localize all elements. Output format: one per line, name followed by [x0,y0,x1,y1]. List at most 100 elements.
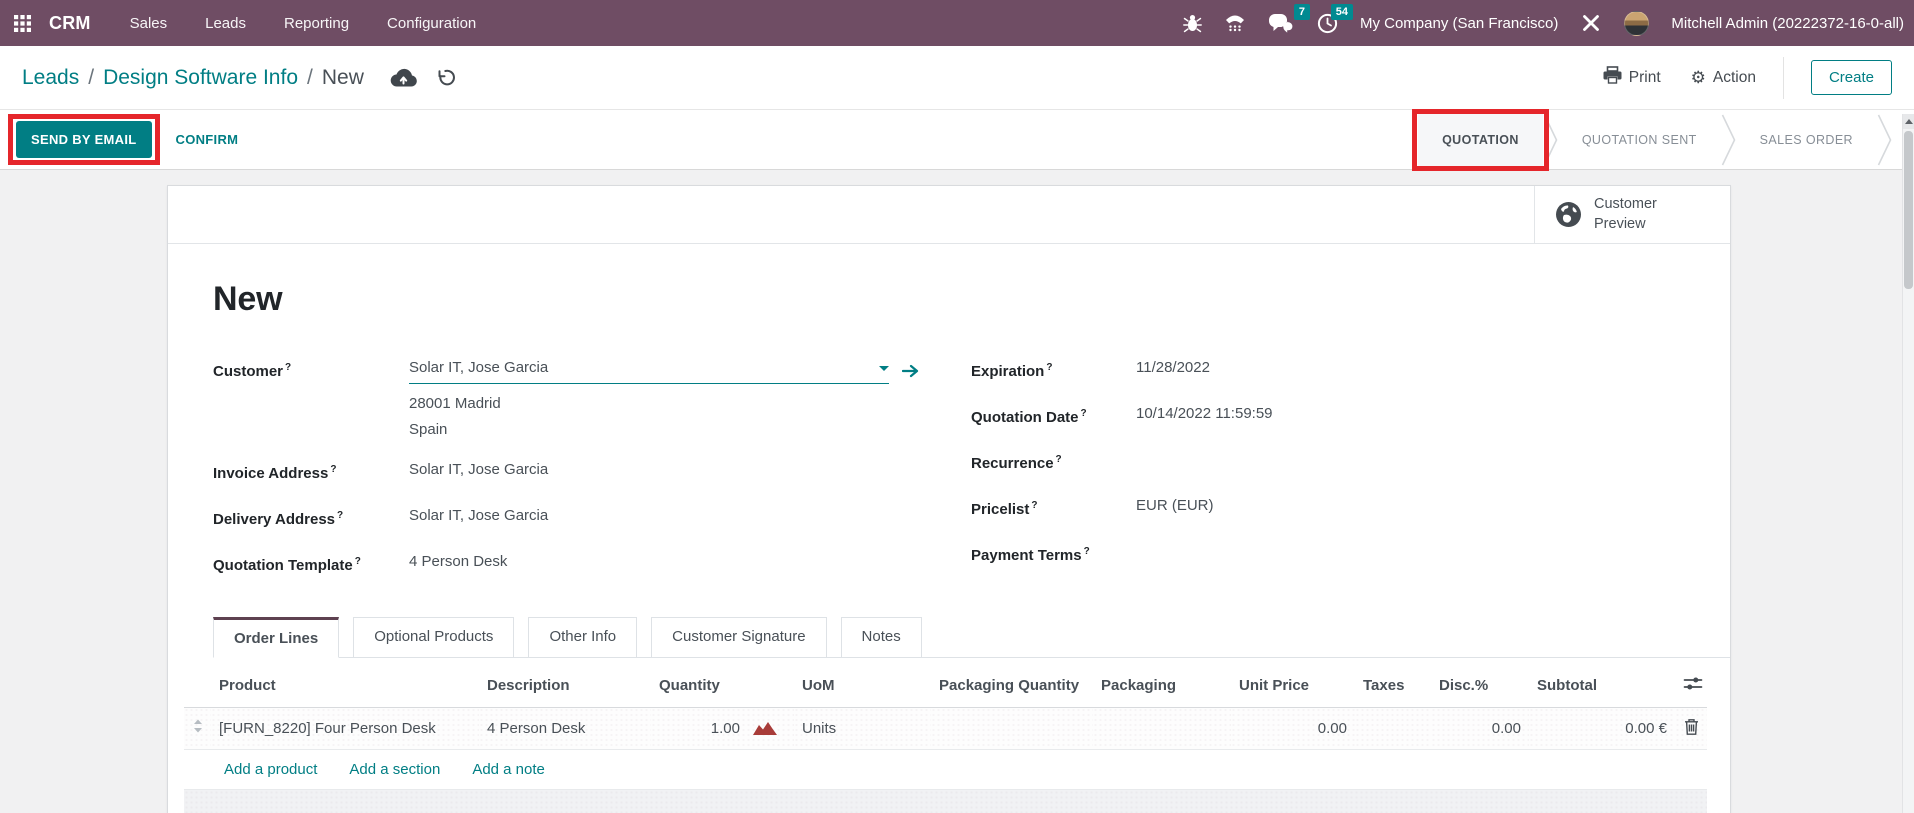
drag-handle-icon[interactable] [184,707,211,749]
col-packaging[interactable]: Packaging [1093,665,1231,707]
add-a-note-link[interactable]: Add a note [472,761,545,778]
field-column-right: Expiration? 11/28/2022 Quotation Date? 1… [971,357,1705,597]
customer-field-block: Solar IT, Jose Garcia 28001 Madrid Spain [409,357,971,443]
messages-count-badge: 7 [1294,4,1310,20]
col-quantity[interactable]: Quantity [651,665,794,707]
send-by-email-button[interactable]: SEND BY EMAIL [16,121,152,158]
col-product[interactable]: Product [211,665,479,707]
delivery-address-value[interactable]: Solar IT, Jose Garcia [409,505,971,527]
quotation-template-value[interactable]: 4 Person Desk [409,551,971,573]
gear-icon: ⚙ [1691,69,1706,86]
cell-uom[interactable]: Units [794,707,931,749]
menu-reporting[interactable]: Reporting [265,15,368,32]
menu-configuration[interactable]: Configuration [368,15,495,32]
list-add-links: Add a product Add a section Add a note [184,750,1707,790]
customer-address-line1: 28001 Madrid [409,391,971,417]
breadcrumb-leads[interactable]: Leads [22,66,79,90]
order-line-row[interactable]: [FURN_8220] Four Person Desk 4 Person De… [184,707,1707,749]
user-menu[interactable]: Mitchell Admin (20222372-16-0-all) [1671,15,1904,32]
stage-sales-order[interactable]: SALES ORDER [1736,114,1877,166]
col-disc[interactable]: Disc.% [1431,665,1529,707]
app-name[interactable]: CRM [49,13,91,34]
breadcrumb-lead-name[interactable]: Design Software Info [103,66,298,90]
discard-undo-icon[interactable] [435,68,455,88]
col-packaging-quantity[interactable]: Packaging Quantity [931,665,1093,707]
tab-notes[interactable]: Notes [841,617,922,658]
tab-other-info[interactable]: Other Info [528,617,637,658]
quotation-date-value[interactable]: 10/14/2022 11:59:59 [1136,403,1705,425]
cell-subtotal[interactable]: 0.00 € [1529,707,1675,749]
col-taxes[interactable]: Taxes [1355,665,1431,707]
quantity-value[interactable]: 1.00 [711,720,740,737]
delete-row-trash-icon[interactable] [1675,707,1707,749]
stage-quotation-sent[interactable]: QUOTATION SENT [1558,114,1721,166]
top-navbar: CRM Sales Leads Reporting Configuration [0,0,1914,46]
voip-phone-icon[interactable] [1224,13,1246,33]
field-row-pricelist: Pricelist? EUR (EUR) [971,495,1705,523]
field-grid: Customer? Solar IT, Jose Garcia [213,357,1705,597]
company-switcher[interactable]: My Company (San Francisco) [1360,15,1558,32]
notebook-tabs: Order Lines Optional Products Other Info… [213,617,1730,658]
messages-chat-icon[interactable]: 7 [1268,13,1295,34]
tab-optional-products[interactable]: Optional Products [353,617,514,658]
cell-taxes[interactable] [1355,707,1431,749]
order-lines-list: Product Description Quantity UoM Packagi… [184,665,1707,813]
cell-packaging-quantity[interactable] [931,707,1093,749]
cell-quantity[interactable]: 1.00 [651,707,794,749]
stage-quotation[interactable]: QUOTATION [1418,114,1543,166]
scrollbar-thumb[interactable] [1904,131,1913,289]
print-button[interactable]: Print [1603,66,1661,89]
col-subtotal[interactable]: Subtotal [1529,665,1675,707]
menu-sales[interactable]: Sales [111,15,187,32]
activities-clock-icon[interactable]: 54 [1317,13,1338,34]
chevron-down-icon[interactable] [879,366,889,371]
tab-order-lines[interactable]: Order Lines [213,617,339,658]
cell-description[interactable]: 4 Person Desk [479,707,651,749]
field-row-payment-terms: Payment Terms? [971,541,1705,569]
add-a-product-link[interactable]: Add a product [224,761,317,778]
user-avatar[interactable] [1624,11,1649,36]
field-label: Payment Terms? [971,541,1136,567]
forecast-chart-icon[interactable] [752,720,778,736]
control-panel-actions: Print ⚙ Action Create [1603,57,1914,99]
invoice-address-value[interactable]: Solar IT, Jose Garcia [409,459,971,481]
field-label: Customer? [213,357,409,383]
apps-grid-icon[interactable] [14,15,31,32]
tools-icon[interactable] [1580,12,1602,34]
customer-value[interactable]: Solar IT, Jose Garcia [409,357,871,379]
customer-preview-label: Customer Preview [1594,195,1670,234]
vertical-scrollbar[interactable] [1902,114,1914,813]
confirm-button[interactable]: CONFIRM [176,132,239,147]
cell-unit-price[interactable]: 0.00 [1231,707,1355,749]
pricelist-value[interactable]: EUR (EUR) [1136,495,1705,517]
customer-input[interactable]: Solar IT, Jose Garcia [409,357,889,384]
customer-address-line2: Spain [409,417,971,443]
action-button[interactable]: ⚙ Action [1691,69,1756,87]
cell-packaging[interactable] [1093,707,1231,749]
tab-customer-signature[interactable]: Customer Signature [651,617,826,658]
divider [1783,57,1784,99]
col-unit-price[interactable]: Unit Price [1231,665,1355,707]
unsaved-cloud-icon[interactable] [390,68,417,87]
globe-icon [1555,201,1582,228]
add-a-section-link[interactable]: Add a section [349,761,440,778]
col-description[interactable]: Description [479,665,651,707]
cell-disc[interactable]: 0.00 [1431,707,1529,749]
optional-columns-icon[interactable] [1675,665,1707,707]
navbar-left: CRM Sales Leads Reporting Configuration [0,13,495,34]
debug-bug-icon[interactable] [1183,13,1202,33]
create-button[interactable]: Create [1811,60,1892,95]
field-row-delivery-address: Delivery Address? Solar IT, Jose Garcia [213,505,971,533]
internal-link-arrow-icon[interactable] [902,364,919,378]
help-marker: ? [355,556,361,567]
customer-preview-button[interactable]: Customer Preview [1534,186,1730,243]
field-row-customer: Customer? Solar IT, Jose Garcia [213,357,971,443]
field-row-recurrence: Recurrence? [971,449,1705,477]
cell-product[interactable]: [FURN_8220] Four Person Desk [211,707,479,749]
col-uom[interactable]: UoM [794,665,931,707]
expiration-value[interactable]: 11/28/2022 [1136,357,1705,379]
menu-leads[interactable]: Leads [186,15,265,32]
scroll-up-arrow[interactable] [1903,114,1914,129]
field-column-left: Customer? Solar IT, Jose Garcia [213,357,971,597]
stage-chevron-icon [1721,114,1736,166]
